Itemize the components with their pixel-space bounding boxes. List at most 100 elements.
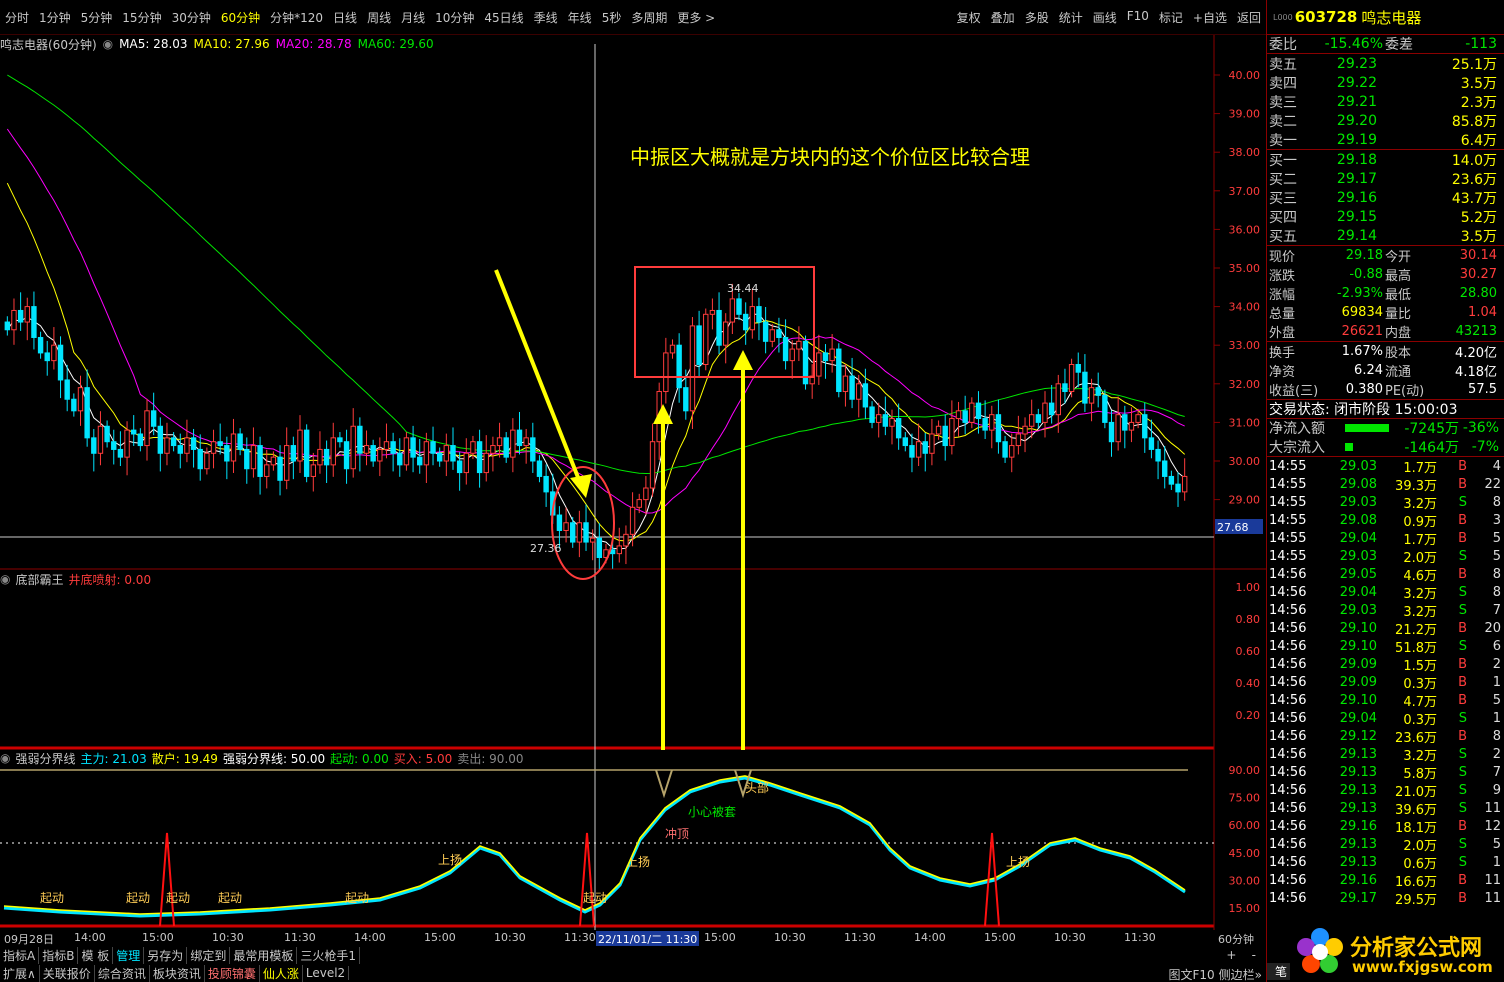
candle <box>882 396 889 436</box>
candle <box>483 435 489 482</box>
netflow-value: -7245万 <box>1404 421 1459 437</box>
book-label: 卖一 <box>1269 132 1297 149</box>
period-label: 60分钟 <box>1218 933 1254 946</box>
tick-volume: 3.2万 <box>1403 586 1437 602</box>
candle <box>1042 391 1048 438</box>
tick-count: 5 <box>1492 548 1501 564</box>
candle <box>756 297 762 341</box>
tick-side: S <box>1458 548 1467 564</box>
indicator2-header: ◉ 强弱分界线 主力: 21.03 散户: 19.49 强弱分界线: 50.00… <box>0 750 529 766</box>
stat-value: 43213 <box>1455 324 1497 339</box>
trade-status-text: 交易状态: 闭市阶段 15:00:03 <box>1269 402 1458 418</box>
candle <box>317 431 323 474</box>
template-tab[interactable]: 模 板 <box>78 946 114 964</box>
indicator2-line: 强弱分界线: 50.00 <box>222 751 326 766</box>
tick-count: 2 <box>1492 656 1501 672</box>
candle <box>709 298 716 330</box>
template-tab[interactable]: 管理 <box>113 946 145 964</box>
collapse-icon[interactable]: ◉ <box>0 572 10 586</box>
candle <box>283 427 290 490</box>
candle <box>144 398 150 461</box>
zoom-in-button[interactable]: + <box>1226 948 1236 962</box>
f10-tab[interactable]: 图文F10 <box>1168 966 1214 982</box>
tick-count: 8 <box>1492 584 1501 600</box>
tick-side: B <box>1458 620 1467 636</box>
tick-price: 29.13 <box>1339 800 1377 816</box>
sell-book: 卖五 29.23 25.1万 卖四 29.22 3.5万 卖三 29.21 2.3万 卖二 29.2… <box>1267 53 1504 149</box>
book-row: 卖一 29.19 6.4万 <box>1267 130 1504 149</box>
candle <box>503 432 509 463</box>
tick-side: S <box>1458 836 1467 852</box>
tick-row: 14:56 29.13 2.0万 S 5 <box>1267 835 1504 854</box>
tick-time: 14:56 <box>1269 872 1307 888</box>
stat-label: 股本 <box>1385 346 1412 361</box>
price-tick-label: 39.00 <box>1229 108 1261 121</box>
candle <box>749 288 756 339</box>
tick-row: 14:56 29.10 21.2万 B 20 <box>1267 619 1504 638</box>
tick-time: 14:56 <box>1269 602 1307 618</box>
sidebar-tab[interactable]: 侧边栏» <box>1219 966 1262 982</box>
zoom-out-button[interactable]: - <box>1252 948 1256 962</box>
tick-count: 1 <box>1492 854 1501 870</box>
template-tab[interactable]: 绑定到 <box>187 946 231 964</box>
candle <box>616 527 622 563</box>
tick-side: B <box>1458 566 1467 582</box>
candle <box>237 428 243 456</box>
template-tab[interactable]: 三火枪手1 <box>297 946 360 964</box>
template-tab[interactable]: 指标A <box>0 946 40 964</box>
price-tick-label: 31.00 <box>1229 416 1261 429</box>
candle <box>1155 440 1161 480</box>
candle <box>357 417 363 472</box>
candle <box>217 423 223 455</box>
book-label: 卖三 <box>1269 94 1297 111</box>
stat-label: PE(动) <box>1385 384 1425 399</box>
template-tab[interactable]: 最常用模板 <box>230 946 298 964</box>
collapse-icon[interactable]: ◉ <box>0 751 10 765</box>
stat-value: 30.27 <box>1459 267 1497 282</box>
tick-row: 14:55 29.04 1.7万 B 5 <box>1267 529 1504 548</box>
book-volume: 2.3万 <box>1460 94 1497 111</box>
tick-time: 14:56 <box>1269 566 1307 582</box>
tick-row: 14:56 29.13 5.8万 S 7 <box>1267 763 1504 782</box>
template-tab[interactable]: 指标B <box>39 946 79 964</box>
info-tab[interactable]: 关联报价 <box>40 964 95 982</box>
template-tab[interactable]: 另存为 <box>144 946 188 964</box>
time-label: 14:00 <box>74 931 106 944</box>
info-tab[interactable]: 投顾锦囊 <box>205 964 260 982</box>
tick-row: 14:56 29.13 3.2万 S 2 <box>1267 745 1504 764</box>
tick-count: 8 <box>1492 566 1501 582</box>
info-tab[interactable]: 板块资讯 <box>150 964 205 982</box>
candle <box>762 306 769 354</box>
candle <box>430 426 436 466</box>
weibi-label: 委比 <box>1269 37 1297 53</box>
candle <box>1062 368 1068 404</box>
kline-chart[interactable]: 起动 起动 起动 起动 起动 起动上扬 上扬 上扬冲顶小心被套头部 中振区大概就是方块内的这个… <box>0 0 1266 930</box>
candle <box>1148 419 1155 459</box>
book-volume: 6.4万 <box>1460 132 1497 149</box>
candle <box>536 455 543 483</box>
candle <box>104 420 110 448</box>
tick-time: 14:55 <box>1269 476 1307 492</box>
tick-count: 9 <box>1492 782 1501 798</box>
info-tab[interactable]: 仙人涨 <box>260 964 303 982</box>
stat-value: 26621 <box>1341 324 1383 339</box>
tick-time: 14:55 <box>1269 494 1307 510</box>
candle <box>1088 378 1095 422</box>
candle <box>496 422 503 458</box>
candle <box>989 405 995 449</box>
candle <box>337 432 343 448</box>
tick-row: 14:56 29.16 18.1万 B 12 <box>1267 817 1504 836</box>
ind2-tick-label: 60.00 <box>1229 819 1261 832</box>
info-tab[interactable]: 扩展∧ <box>0 964 40 982</box>
candle <box>290 436 297 480</box>
info-tab[interactable]: 综合资讯 <box>95 964 150 982</box>
chart-annotation: 中振区大概就是方块内的这个价位区比较合理 <box>630 145 1030 169</box>
book-label: 买四 <box>1269 209 1297 226</box>
info-tab[interactable]: Level2 <box>303 966 350 980</box>
time-label: 10:30 <box>212 931 244 944</box>
info-tabs: 扩展∧ 关联报价 综合资讯 板块资讯 投顾锦囊 仙人涨 Level2 <box>0 964 1266 982</box>
current-price-label: 27.68 <box>1217 521 1249 534</box>
tick-row: 14:56 29.17 29.5万 B 11 <box>1267 889 1504 908</box>
ind1-tick-label: 0.80 <box>1236 613 1261 626</box>
book-volume: 3.5万 <box>1460 228 1497 245</box>
